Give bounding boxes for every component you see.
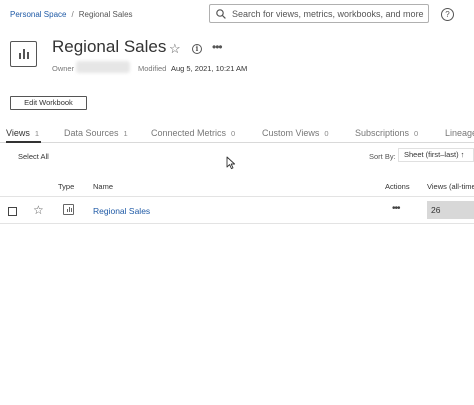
page-title: Regional Sales [52,37,167,56]
tab-connected-metrics[interactable]: Connected Metrics 0 [151,128,235,143]
star-icon[interactable]: ☆ [169,41,181,57]
tab-subscriptions[interactable]: Subscriptions 0 [355,128,418,143]
sort-by-select[interactable]: Sheet (first–last) ↑ [398,148,474,162]
help-icon[interactable]: ? [441,8,454,21]
owner-label: Owner [52,64,75,73]
select-all-button[interactable]: Select All [18,152,49,161]
table-header: Type Name Actions Views (all-time) [0,178,474,197]
workbook-thumbnail-icon [10,41,37,67]
column-header-actions: Actions [385,182,410,191]
search-input[interactable] [232,8,428,19]
tab-custom-views[interactable]: Custom Views 0 [262,128,329,143]
column-header-type[interactable]: Type [58,182,74,191]
tab-label: Views [6,128,30,138]
search-box[interactable] [209,4,429,23]
row-checkbox[interactable] [8,207,17,216]
breadcrumb-current: Regional Sales [78,10,133,19]
tab-count: 0 [324,129,329,138]
search-icon [216,8,226,19]
more-actions-icon[interactable]: ••• [212,40,223,54]
views-count: 26 [427,201,474,219]
tab-label: Data Sources [64,128,119,138]
breadcrumb-separator: / [71,10,74,19]
owner-name-redacted[interactable] [76,61,130,73]
column-header-views[interactable]: Views (all-time) [427,182,474,191]
star-icon[interactable]: ☆ [33,203,44,217]
sort-by-label: Sort By: [369,152,396,161]
breadcrumb-personal-space-link[interactable]: Personal Space [10,10,66,19]
sheet-icon [63,204,74,215]
tab-count: 0 [414,129,419,138]
tab-bar: Views 1 Data Sources 1 Connected Metrics 0 … [0,128,474,143]
breadcrumb: Personal Space / Regional Sales [10,10,133,19]
info-icon[interactable]: i [192,44,202,54]
tab-views[interactable]: Views 1 [6,128,42,143]
more-actions-icon[interactable]: ••• [392,203,400,214]
view-name-link[interactable]: Regional Sales [93,206,150,216]
mouse-cursor-icon [226,156,236,170]
table-row[interactable]: ☆ Regional Sales ••• 26 [0,198,474,224]
tab-label: Subscriptions [355,128,410,138]
tab-label: Connected Metrics [151,128,227,138]
column-header-name[interactable]: Name [93,182,113,191]
modified-value: Aug 5, 2021, 10:21 AM [171,64,248,73]
tab-label: Lineage [445,128,474,138]
tab-count: 1 [123,129,128,138]
tab-count: 0 [231,129,236,138]
tab-data-sources[interactable]: Data Sources 1 [64,128,128,143]
tab-count: 1 [34,129,40,138]
edit-workbook-button[interactable]: Edit Workbook [10,96,87,110]
tab-label: Custom Views [262,128,320,138]
tab-lineage[interactable]: Lineage [445,128,474,143]
modified-label: Modified [138,64,167,73]
